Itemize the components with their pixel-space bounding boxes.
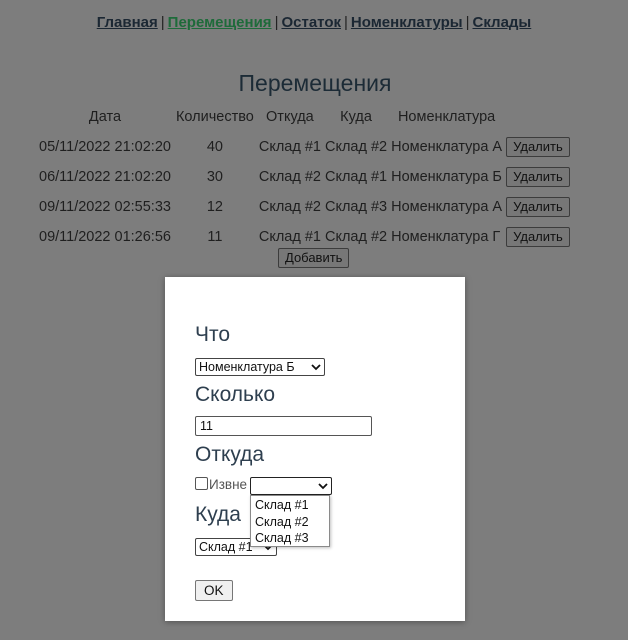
column-header-actions [505,108,571,131]
cell-date: 06/11/2022 21:02:20 [39,169,171,185]
table-row: 09/11/2022 01:26:56 11 Склад #1 Склад #2… [38,223,571,251]
page-title: Перемещения [238,70,392,96]
external-checkbox[interactable] [195,477,208,490]
cell-date: 05/11/2022 21:02:20 [39,139,171,155]
external-checkbox-label: Извне [209,477,248,492]
from-label: Откуда [195,443,265,466]
cell-quantity: 12 [206,199,223,215]
cell-to: Склад #1 [324,169,388,185]
cell-nomenclature: Номенклатура А [391,199,503,215]
column-header-from: Откуда [266,109,314,125]
cell-from: Склад #2 [258,169,321,185]
delete-button[interactable]: Удалить [506,197,570,217]
nav-link-stock[interactable]: Остаток [281,14,341,31]
to-label: Куда [195,503,241,526]
external-checkbox-group: Извне [195,477,247,492]
from-option[interactable]: Склад #2 [251,514,329,531]
nav-link-home[interactable]: Главная [97,14,158,31]
table-header-row: Дата Количество Откуда Куда Номенклатура [38,108,571,131]
delete-button[interactable]: Удалить [506,137,570,157]
nav-link-warehouses[interactable]: Склады [473,14,532,31]
cell-actions: Удалить [505,163,571,191]
cell-from: Склад #1 [258,229,321,245]
add-button[interactable]: Добавить [278,248,350,268]
moves-table: Дата Количество Откуда Куда Номенклатура… [36,106,573,253]
table-row: 09/11/2022 02:55:33 12 Склад #2 Склад #3… [38,193,571,221]
from-option[interactable]: Склад #3 [251,530,329,547]
cell-actions: Удалить [505,193,571,221]
column-header-quantity: Количество [175,109,254,125]
what-label: Что [195,323,231,346]
nav-link-nomenclatures[interactable]: Номенклатуры [351,14,463,31]
nav-link-moves[interactable]: Перемещения [168,14,272,31]
cell-from: Склад #2 [258,199,321,215]
to-select-value: Склад #1 [199,540,253,554]
cell-to: Склад #2 [324,229,388,245]
cell-to: Склад #2 [324,139,388,155]
delete-button[interactable]: Удалить [506,167,570,187]
nav-separator: | [274,14,279,31]
ok-button[interactable]: OK [195,580,233,601]
cell-nomenclature: Номенклатура Б [391,169,502,185]
table-row: 06/11/2022 21:02:20 30 Склад #2 Склад #1… [38,163,571,191]
what-select[interactable]: Номенклатура Б [195,358,325,376]
cell-date: 09/11/2022 01:26:56 [39,229,171,245]
cell-quantity: 11 [207,229,223,245]
table-row: 05/11/2022 21:02:20 40 Склад #1 Склад #2… [38,133,571,161]
cell-actions: Удалить [505,223,571,251]
cell-nomenclature: Номенклатура Г [391,229,501,245]
cell-nomenclature: Номенклатура А [391,139,503,155]
delete-button[interactable]: Удалить [506,227,570,247]
what-select-value: Номенклатура Б [199,360,295,374]
top-nav: Главная | Перемещения | Остаток | Номенклатуры… [0,14,628,31]
cell-quantity: 30 [206,169,223,185]
from-option[interactable]: Склад #1 [251,497,329,514]
howmany-label: Сколько [195,383,276,406]
column-header-to: Куда [340,109,372,125]
cell-quantity: 40 [206,139,223,155]
from-select[interactable] [250,477,332,495]
chevron-down-icon [318,483,328,490]
from-select-options: Склад #1 Склад #2 Склад #3 [250,495,330,547]
column-header-date: Дата [88,109,122,125]
nav-separator: | [160,14,165,31]
quantity-input[interactable] [195,416,372,436]
nav-separator: | [344,14,348,31]
cell-date: 09/11/2022 02:55:33 [39,199,171,215]
cell-from: Склад #1 [258,139,321,155]
cell-actions: Удалить [505,133,571,161]
chevron-down-icon [311,364,321,371]
column-header-nomenclature: Номенклатура [397,109,496,125]
nav-separator: | [465,14,470,31]
cell-to: Склад #3 [324,199,388,215]
add-move-modal: Что Номенклатура Б Сколько Откуда Извне … [165,277,465,621]
